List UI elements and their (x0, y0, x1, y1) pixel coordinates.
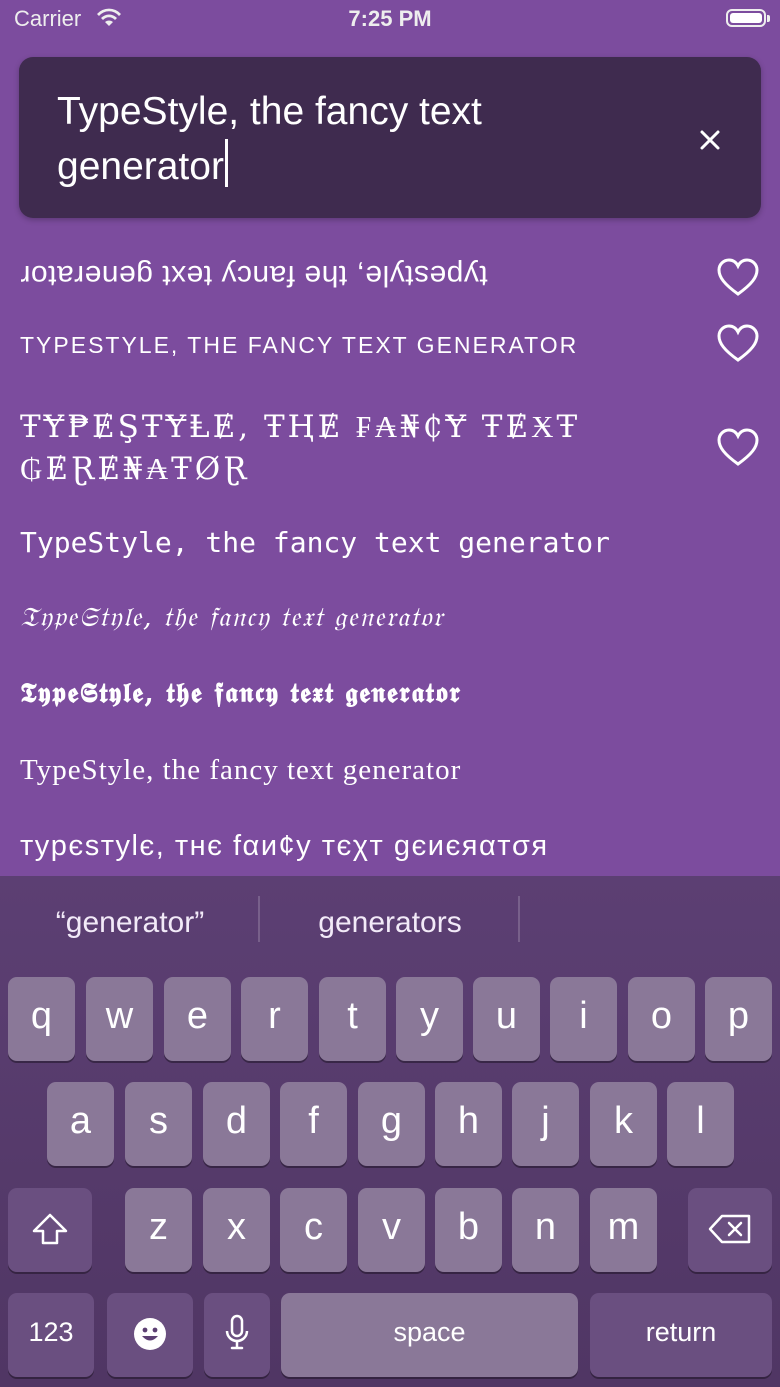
status-bar: Carrier 7:25 PM (0, 0, 780, 40)
delete-key[interactable] (688, 1188, 772, 1272)
divider (518, 896, 520, 942)
key-u[interactable]: u (473, 977, 540, 1061)
key-z[interactable]: z (125, 1188, 192, 1272)
text-input-value: TypeStyle, the fancy text generator (57, 90, 482, 188)
result-text: ŦɎ₱ɆŞŦɎⱠɆ, ŦⱧɆ ₣₳₦₵Ɏ ŦɆӾŦ ₲ɆⱤɆ₦₳ŦØⱤ (20, 409, 581, 487)
status-time: 7:25 PM (348, 6, 432, 31)
shift-key[interactable] (8, 1188, 92, 1272)
backspace-icon (708, 1214, 751, 1244)
dictation-key[interactable] (204, 1293, 270, 1377)
heart-icon[interactable] (716, 324, 760, 364)
key-i[interactable]: i (550, 977, 617, 1061)
suggestion-item[interactable]: “generator” (0, 906, 260, 940)
key-y[interactable]: y (396, 977, 463, 1061)
key-v[interactable]: v (358, 1188, 425, 1272)
key-q[interactable]: q (8, 977, 75, 1061)
result-text: тypєѕтylє, тнє fαи¢y тєχт gєиєяαтσя (20, 830, 549, 862)
key-g[interactable]: g (358, 1082, 425, 1166)
heart-icon[interactable] (716, 258, 760, 298)
key-p[interactable]: p (705, 977, 772, 1061)
key-b[interactable]: b (435, 1188, 502, 1272)
suggestion-bar: “generator” generators (0, 876, 780, 976)
key-l[interactable]: l (667, 1082, 734, 1166)
result-text: TYPESTYLE, THE FANCY TEXT GENERATOR (20, 332, 579, 358)
text-caret (224, 139, 228, 187)
clear-icon[interactable] (697, 127, 723, 153)
key-d[interactable]: d (203, 1082, 270, 1166)
heart-icon[interactable] (716, 428, 760, 468)
result-text: 𝕿𝖞𝖕𝖊𝕾𝖙𝖞𝖑𝖊, 𝖙𝖍𝖊 𝖋𝖆𝖓𝖈𝖞 𝖙𝖊𝖝𝖙 𝖌𝖊𝖓𝖊𝖗𝖆𝖙𝖔𝖗 (20, 678, 462, 709)
list-item[interactable]: typestyle, the fancy text generator (0, 236, 780, 316)
emoji-icon (134, 1318, 166, 1350)
key-c[interactable]: c (280, 1188, 347, 1272)
key-r[interactable]: r (241, 977, 308, 1061)
key-h[interactable]: h (435, 1082, 502, 1166)
key-m[interactable]: m (590, 1188, 657, 1272)
return-key[interactable]: return (590, 1293, 772, 1377)
text-input-card[interactable]: TypeStyle, the fancy text generator (19, 57, 761, 218)
list-item[interactable]: TYPESTYLE, THE FANCY TEXT GENERATOR (0, 324, 780, 386)
key-f[interactable]: f (280, 1082, 347, 1166)
result-text: typestyle, the fancy text generator (20, 259, 488, 292)
emoji-key[interactable] (107, 1293, 193, 1377)
battery-icon (726, 9, 770, 27)
key-a[interactable]: a (47, 1082, 114, 1166)
list-item[interactable]: ŦɎ₱ɆŞŦɎⱠɆ, ŦⱧɆ ₣₳₦₵Ɏ ŦɆӾŦ ₲ɆⱤɆ₦₳ŦØⱤ (0, 406, 780, 496)
result-text: TypeStyle, the fancy text generator (20, 526, 611, 559)
key-e[interactable]: e (164, 977, 231, 1061)
key-x[interactable]: x (203, 1188, 270, 1272)
key-w[interactable]: w (86, 977, 153, 1061)
text-input[interactable]: TypeStyle, the fancy text generator (57, 85, 657, 194)
shift-icon (32, 1213, 68, 1245)
microphone-icon (225, 1314, 249, 1350)
key-n[interactable]: n (512, 1188, 579, 1272)
numbers-key[interactable]: 123 (8, 1293, 94, 1377)
key-j[interactable]: j (512, 1082, 579, 1166)
key-t[interactable]: t (319, 977, 386, 1061)
result-text: TypeStyle, the fancy text generator (20, 754, 462, 786)
key-s[interactable]: s (125, 1082, 192, 1166)
result-text: 𝔗𝔶𝔭𝔢𝔖𝔱𝔶𝔩𝔢, 𝔱𝔥𝔢 𝔣𝔞𝔫𝔠𝔶 𝔱𝔢𝔵𝔱 𝔤𝔢𝔫𝔢𝔯𝔞𝔱𝔬𝔯 (20, 602, 444, 633)
suggestion-item[interactable]: generators (260, 906, 520, 940)
key-o[interactable]: o (628, 977, 695, 1061)
key-k[interactable]: k (590, 1082, 657, 1166)
keyboard: “generator” generators q w e r t y u i o… (0, 876, 780, 1387)
space-key[interactable]: space (281, 1293, 578, 1377)
